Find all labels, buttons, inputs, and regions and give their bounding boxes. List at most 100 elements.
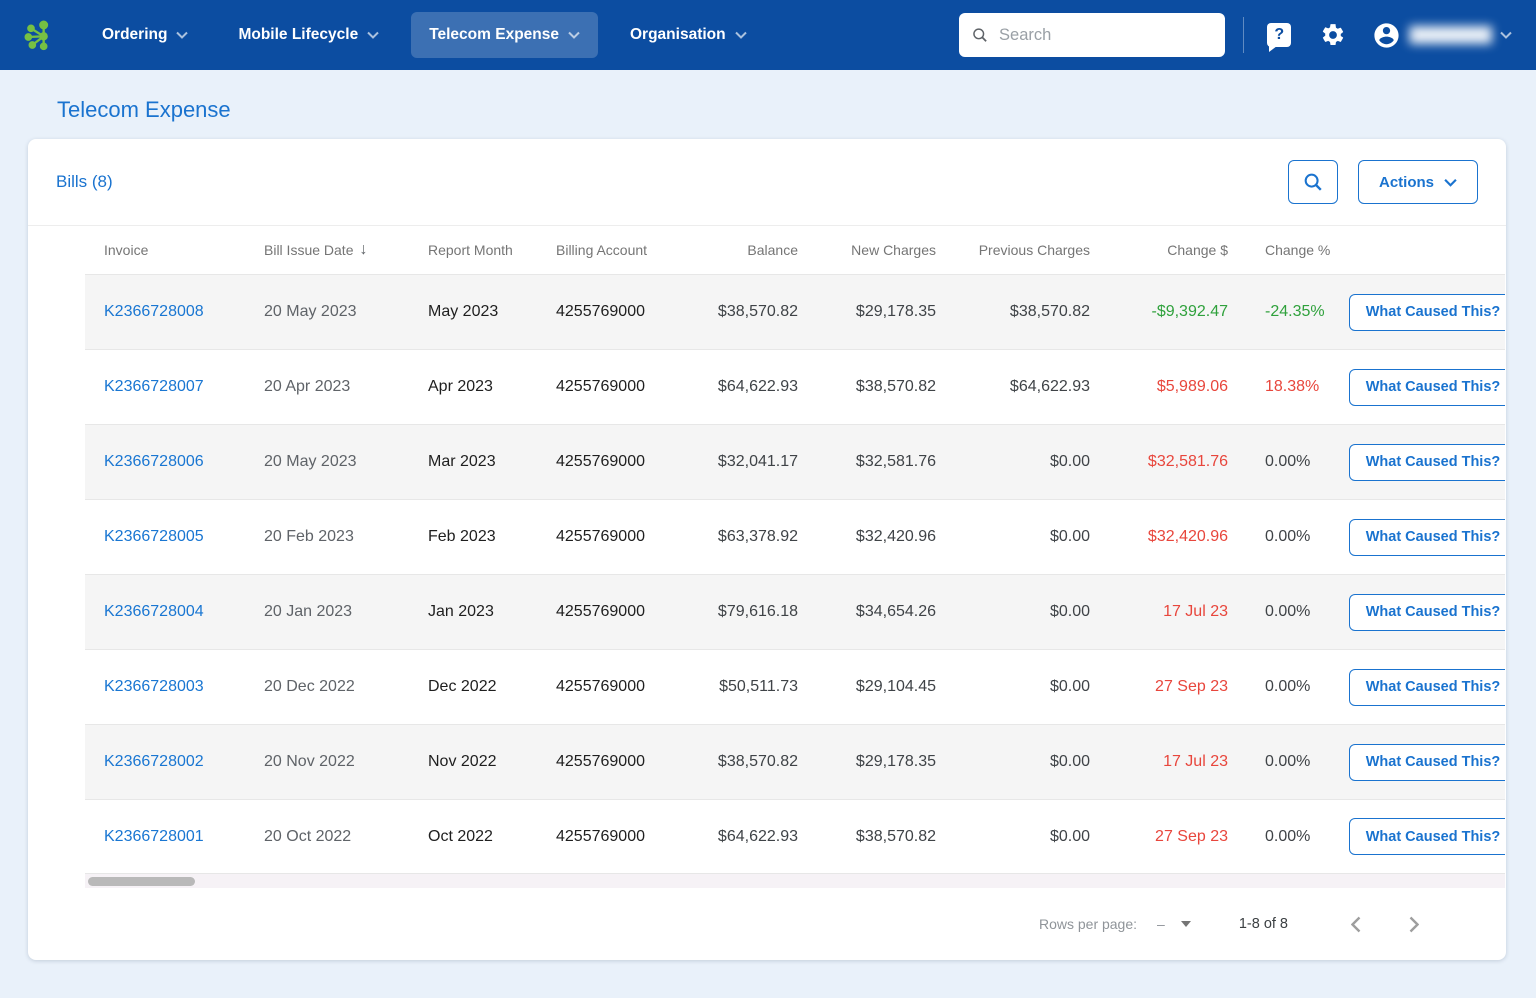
previous-page-button[interactable] bbox=[1344, 912, 1368, 936]
nav-item-mobile-lifecycle[interactable]: Mobile Lifecycle bbox=[220, 12, 397, 58]
horizontal-scrollbar-track[interactable] bbox=[85, 874, 1505, 888]
billing-account-cell: 4255769000 bbox=[556, 453, 686, 471]
what-caused-this-button[interactable]: What Caused This? bbox=[1349, 519, 1505, 556]
column-header-new-charges[interactable]: New Charges bbox=[798, 242, 936, 258]
rows-per-page-label: Rows per page: bbox=[1039, 916, 1137, 932]
chevron-down-icon bbox=[1444, 178, 1457, 187]
invoice-link[interactable]: K2366728004 bbox=[104, 603, 204, 620]
page-title: Telecom Expense bbox=[57, 97, 1536, 123]
rows-per-page-dropdown[interactable]: Rows per page: – bbox=[1039, 916, 1191, 932]
global-search bbox=[959, 13, 1225, 57]
help-icon: ? bbox=[1267, 23, 1291, 47]
invoice-link[interactable]: K2366728006 bbox=[104, 453, 204, 470]
settings-button[interactable] bbox=[1318, 20, 1348, 50]
actions-button[interactable]: Actions bbox=[1358, 160, 1478, 204]
billing-account-cell: 4255769000 bbox=[556, 678, 686, 696]
invoice-link[interactable]: K2366728002 bbox=[104, 753, 204, 770]
table-row: K2366728008 20 May 2023 May 2023 4255769… bbox=[85, 274, 1505, 349]
change-percent-cell: 0.00% bbox=[1228, 678, 1349, 696]
new-charges-cell: $38,570.82 bbox=[798, 378, 936, 396]
top-navbar: Ordering Mobile Lifecycle Telecom Expens… bbox=[0, 0, 1536, 70]
chevron-down-icon bbox=[568, 31, 580, 39]
balance-cell: $32,041.17 bbox=[686, 453, 798, 471]
column-header-bill-issue-date[interactable]: Bill Issue Date ↓ bbox=[264, 241, 428, 259]
billing-account-cell: 4255769000 bbox=[556, 753, 686, 771]
app-logo-icon[interactable] bbox=[22, 15, 56, 55]
help-button[interactable]: ? bbox=[1264, 20, 1294, 50]
bill-issue-date-cell: 20 Jan 2023 bbox=[264, 603, 428, 621]
column-header-change-amount[interactable]: Change $ bbox=[1090, 242, 1228, 258]
previous-charges-cell: $64,622.93 bbox=[936, 378, 1090, 396]
chevron-down-icon bbox=[735, 31, 747, 39]
column-header-change-percent[interactable]: Change % bbox=[1228, 242, 1349, 258]
new-charges-cell: $32,420.96 bbox=[798, 528, 936, 546]
table-row: K2366728004 20 Jan 2023 Jan 2023 4255769… bbox=[85, 574, 1505, 649]
new-charges-cell: $29,178.35 bbox=[798, 753, 936, 771]
column-header-invoice[interactable]: Invoice bbox=[85, 242, 264, 258]
change-amount-cell: $5,989.06 bbox=[1090, 378, 1228, 396]
horizontal-scrollbar-thumb[interactable] bbox=[88, 877, 195, 886]
what-caused-this-button[interactable]: What Caused This? bbox=[1349, 294, 1505, 331]
change-amount-cell: 27 Sep 23 bbox=[1090, 678, 1228, 696]
bill-issue-date-cell: 20 Nov 2022 bbox=[264, 753, 428, 771]
nav-item-label: Telecom Expense bbox=[429, 26, 559, 44]
column-header-balance[interactable]: Balance bbox=[686, 242, 798, 258]
nav-item-label: Ordering bbox=[102, 26, 167, 44]
triangle-down-icon bbox=[1181, 921, 1191, 932]
balance-cell: $63,378.92 bbox=[686, 528, 798, 546]
search-input[interactable] bbox=[999, 26, 1213, 45]
user-menu[interactable]: ████████ bbox=[1372, 21, 1512, 50]
invoice-link[interactable]: K2366728007 bbox=[104, 378, 204, 395]
billing-account-cell: 4255769000 bbox=[556, 828, 686, 846]
invoice-link[interactable]: K2366728001 bbox=[104, 828, 204, 845]
report-month-cell: Nov 2022 bbox=[428, 753, 556, 771]
chevron-down-icon bbox=[1500, 31, 1512, 39]
change-percent-cell: 0.00% bbox=[1228, 828, 1349, 846]
gear-icon bbox=[1320, 22, 1346, 48]
new-charges-cell: $29,104.45 bbox=[798, 678, 936, 696]
report-month-cell: May 2023 bbox=[428, 303, 556, 321]
what-caused-this-button[interactable]: What Caused This? bbox=[1349, 594, 1505, 631]
nav-item-label: Mobile Lifecycle bbox=[238, 26, 358, 44]
report-month-cell: Oct 2022 bbox=[428, 828, 556, 846]
change-amount-cell: 17 Jul 23 bbox=[1090, 753, 1228, 771]
previous-charges-cell: $0.00 bbox=[936, 828, 1090, 846]
what-caused-this-button[interactable]: What Caused This? bbox=[1349, 369, 1505, 406]
what-caused-this-button[interactable]: What Caused This? bbox=[1349, 444, 1505, 481]
what-caused-this-button[interactable]: What Caused This? bbox=[1349, 744, 1505, 781]
nav-item-organisation[interactable]: Organisation bbox=[612, 12, 765, 58]
nav-divider bbox=[1243, 17, 1244, 53]
column-header-billing-account[interactable]: Billing Account bbox=[556, 242, 686, 258]
what-caused-this-button[interactable]: What Caused This? bbox=[1349, 669, 1505, 706]
report-month-cell: Mar 2023 bbox=[428, 453, 556, 471]
billing-account-cell: 4255769000 bbox=[556, 303, 686, 321]
column-header-previous-charges[interactable]: Previous Charges bbox=[936, 242, 1090, 258]
chevron-left-icon bbox=[1351, 916, 1361, 933]
what-caused-this-button[interactable]: What Caused This? bbox=[1349, 818, 1505, 855]
invoice-link[interactable]: K2366728008 bbox=[104, 303, 204, 320]
search-icon bbox=[1302, 171, 1324, 193]
report-month-cell: Apr 2023 bbox=[428, 378, 556, 396]
actions-button-label: Actions bbox=[1379, 174, 1434, 191]
invoice-link[interactable]: K2366728003 bbox=[104, 678, 204, 695]
nav-item-telecom-expense[interactable]: Telecom Expense bbox=[411, 12, 598, 58]
column-header-report-month[interactable]: Report Month bbox=[428, 242, 556, 258]
bill-issue-date-cell: 20 Dec 2022 bbox=[264, 678, 428, 696]
panel-header: Bills (8) Actions bbox=[28, 139, 1506, 226]
invoice-link[interactable]: K2366728005 bbox=[104, 528, 204, 545]
nav-item-label: Organisation bbox=[630, 26, 726, 44]
nav-item-ordering[interactable]: Ordering bbox=[84, 12, 206, 58]
previous-charges-cell: $0.00 bbox=[936, 678, 1090, 696]
table-row: K2366728003 20 Dec 2022 Dec 2022 4255769… bbox=[85, 649, 1505, 724]
next-page-button[interactable] bbox=[1402, 912, 1426, 936]
change-percent-cell: 0.00% bbox=[1228, 753, 1349, 771]
table-row: K2366728002 20 Nov 2022 Nov 2022 4255769… bbox=[85, 724, 1505, 799]
billing-account-cell: 4255769000 bbox=[556, 528, 686, 546]
balance-cell: $38,570.82 bbox=[686, 753, 798, 771]
change-amount-cell: 17 Jul 23 bbox=[1090, 603, 1228, 621]
balance-cell: $64,622.93 bbox=[686, 378, 798, 396]
previous-charges-cell: $0.00 bbox=[936, 453, 1090, 471]
table-search-button[interactable] bbox=[1288, 160, 1338, 204]
change-amount-cell: -$9,392.47 bbox=[1090, 303, 1228, 321]
bill-issue-date-cell: 20 Oct 2022 bbox=[264, 828, 428, 846]
